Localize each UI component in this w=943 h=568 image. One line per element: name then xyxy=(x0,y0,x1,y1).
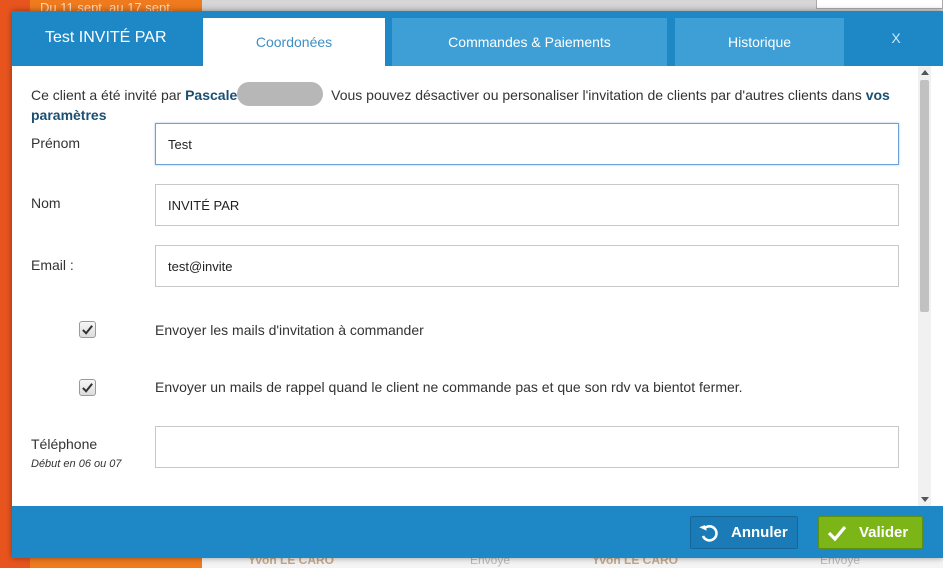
nom-label: Nom xyxy=(31,195,61,211)
email-input[interactable] xyxy=(155,245,899,287)
reminder-mails-checkbox[interactable] xyxy=(79,379,96,396)
close-button[interactable]: X xyxy=(886,18,906,58)
inviter-name: Pascale xyxy=(185,87,238,103)
invitation-mails-checkbox[interactable] xyxy=(79,321,96,338)
undo-icon xyxy=(699,524,718,542)
telephone-input[interactable] xyxy=(155,426,899,468)
email-label: Email : xyxy=(31,257,74,273)
scroll-up-arrow-icon[interactable] xyxy=(921,70,929,75)
telephone-hint: Début en 06 ou 07 xyxy=(31,458,122,470)
check-icon xyxy=(827,525,847,541)
info-middle: Vous pouvez désactiver ou personaliser l… xyxy=(327,87,866,103)
tab-coordonnees[interactable]: Coordonées xyxy=(203,18,385,66)
scroll-down-arrow-icon[interactable] xyxy=(921,497,929,502)
tab-historique[interactable]: Historique xyxy=(675,18,844,66)
reminder-mails-label: Envoyer un mails de rappel quand le clie… xyxy=(155,379,743,395)
info-prefix: Ce client a été invité par xyxy=(31,87,186,103)
validate-button[interactable]: Valider xyxy=(818,516,923,549)
modal-title: Test INVITÉ PAR xyxy=(45,29,167,46)
validate-label: Valider xyxy=(859,524,909,541)
modal-header: Test INVITÉ PAR Coordonées Commandes & P… xyxy=(12,11,943,66)
telephone-label: Téléphone xyxy=(31,436,98,452)
modal-scrollbar[interactable] xyxy=(918,66,931,506)
modal-body: Ce client a été invité par Pascale Vous … xyxy=(12,66,943,506)
prenom-input[interactable] xyxy=(155,123,899,165)
background-top-box xyxy=(816,0,943,9)
nom-input[interactable] xyxy=(155,184,899,226)
scroll-thumb[interactable] xyxy=(920,80,929,312)
checkmark-icon xyxy=(82,325,93,335)
cancel-button[interactable]: Annuler xyxy=(690,516,798,549)
cancel-label: Annuler xyxy=(731,524,788,541)
prenom-label: Prénom xyxy=(31,135,81,151)
tab-commandes-paiements[interactable]: Commandes & Paiements xyxy=(392,18,667,66)
modal-footer: Annuler Valider xyxy=(12,506,943,558)
redacted-name xyxy=(237,82,324,107)
checkmark-icon xyxy=(82,383,93,393)
client-modal: Test INVITÉ PAR Coordonées Commandes & P… xyxy=(12,11,943,558)
invitation-info: Ce client a été invité par Pascale Vous … xyxy=(31,82,901,124)
invitation-mails-label: Envoyer les mails d'invitation à command… xyxy=(155,322,424,338)
